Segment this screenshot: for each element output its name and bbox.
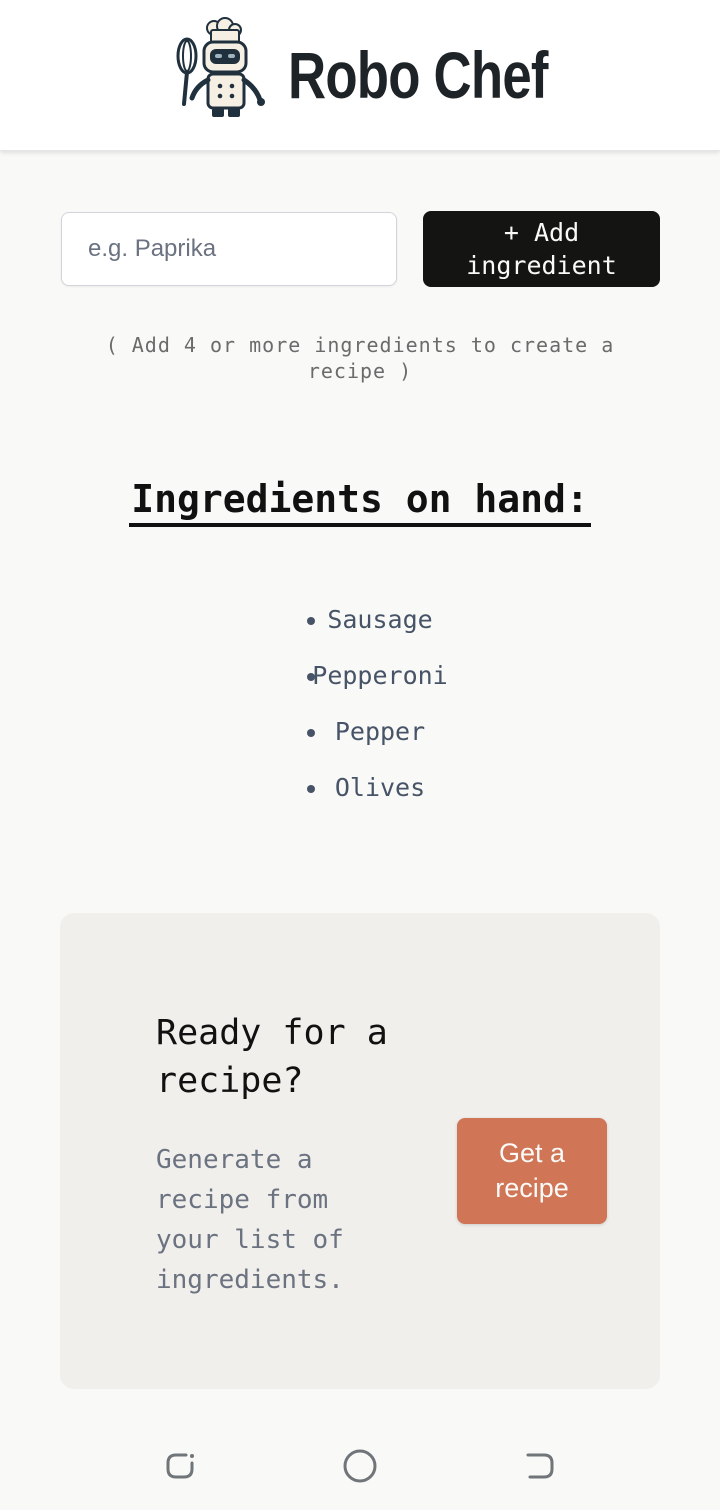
ingredient-name: Sausage — [327, 605, 433, 634]
system-nav-bar — [0, 1418, 720, 1510]
robot-chef-logo-icon — [176, 17, 265, 117]
list-item: Olives — [0, 760, 720, 816]
ingredient-name: Pepperoni — [312, 661, 448, 690]
ingredient-name: Pepper — [334, 717, 426, 746]
bullet-icon — [307, 673, 315, 681]
ingredient-input[interactable] — [61, 212, 397, 286]
list-item: Pepper — [0, 704, 720, 760]
bullet-icon — [307, 729, 315, 737]
ingredients-title: Ingredients on hand: — [0, 474, 720, 527]
bullet-icon — [307, 617, 315, 625]
ingredients-title-text: Ingredients on hand: — [129, 477, 591, 527]
recipe-card: Ready for a recipe? Generate a recipe fr… — [60, 913, 660, 1389]
get-recipe-button[interactable]: Get a recipe — [457, 1118, 607, 1224]
list-item: Sausage — [0, 592, 720, 648]
ingredient-hint: ( Add 4 or more ingredients to create a … — [105, 333, 615, 383]
recipe-card-text: Generate a recipe from your list of ingr… — [156, 1145, 344, 1295]
app-title: Robo Chef — [288, 38, 548, 112]
ingredient-name: Olives — [334, 773, 426, 802]
bullet-icon — [307, 785, 315, 793]
home-icon[interactable] — [340, 1446, 380, 1486]
ingredient-list: Sausage Pepperoni Pepper Olives — [0, 592, 720, 816]
add-ingredient-button[interactable]: + Add ingredient — [423, 211, 660, 287]
list-item: Pepperoni — [0, 648, 720, 704]
recent-apps-icon[interactable] — [160, 1446, 200, 1486]
back-icon[interactable] — [520, 1446, 560, 1486]
app-header: Robo Chef — [0, 0, 720, 151]
recipe-card-title: Ready for a recipe? — [156, 1013, 388, 1101]
